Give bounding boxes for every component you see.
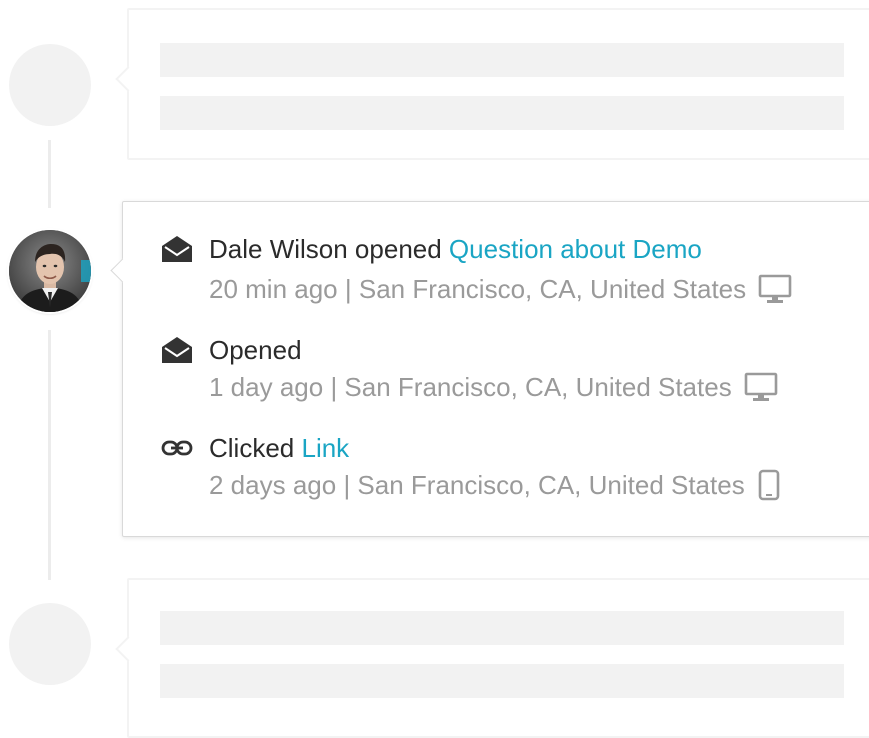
timeline-line-middle xyxy=(48,330,51,580)
event-meta: 20 min ago | San Francisco, CA, United S… xyxy=(209,272,792,306)
envelope-open-icon xyxy=(162,236,192,262)
event-location: San Francisco, CA, United States xyxy=(358,274,747,304)
meta-separator: | xyxy=(337,274,359,304)
avatar-placeholder-bottom xyxy=(9,603,91,685)
event-prefix: Dale Wilson opened xyxy=(209,234,449,264)
skeleton-card-top xyxy=(127,8,869,160)
desktop-icon xyxy=(744,372,778,401)
meta-separator: | xyxy=(323,372,345,402)
event-time: 1 day ago xyxy=(209,372,324,402)
meta-separator: | xyxy=(336,470,358,500)
event-location: San Francisco, CA, United States xyxy=(344,372,732,402)
timeline-line-top xyxy=(48,140,51,208)
skeleton-line xyxy=(160,611,844,645)
skeleton-line xyxy=(160,43,844,77)
event-prefix: Clicked xyxy=(209,433,302,463)
event-prefix: Opened xyxy=(209,335,302,365)
skeleton-card-bottom xyxy=(127,578,869,738)
skeleton-line xyxy=(160,96,844,130)
avatar[interactable] xyxy=(9,230,91,312)
avatar-placeholder-top xyxy=(9,44,91,126)
skeleton-line xyxy=(160,664,844,698)
mobile-icon xyxy=(758,469,780,501)
event-time: 2 days ago xyxy=(209,470,337,500)
event-meta: 2 days ago | San Francisco, CA, United S… xyxy=(209,468,781,502)
link-icon xyxy=(161,440,193,456)
activity-card: Dale Wilson opened Question about Demo 2… xyxy=(122,201,869,537)
avatar-photo xyxy=(9,230,91,312)
envelope-open-icon xyxy=(162,337,192,363)
event-title: Dale Wilson opened Question about Demo xyxy=(209,232,702,266)
event-location: San Francisco, CA, United States xyxy=(357,470,745,500)
email-subject-link[interactable]: Question about Demo xyxy=(449,234,702,264)
event-title: Opened xyxy=(209,333,302,367)
event-time: 20 min ago xyxy=(209,274,338,304)
desktop-icon xyxy=(758,274,792,303)
event-meta: 1 day ago | San Francisco, CA, United St… xyxy=(209,370,778,404)
clicked-link[interactable]: Link xyxy=(301,433,349,463)
event-title: Clicked Link xyxy=(209,431,349,465)
